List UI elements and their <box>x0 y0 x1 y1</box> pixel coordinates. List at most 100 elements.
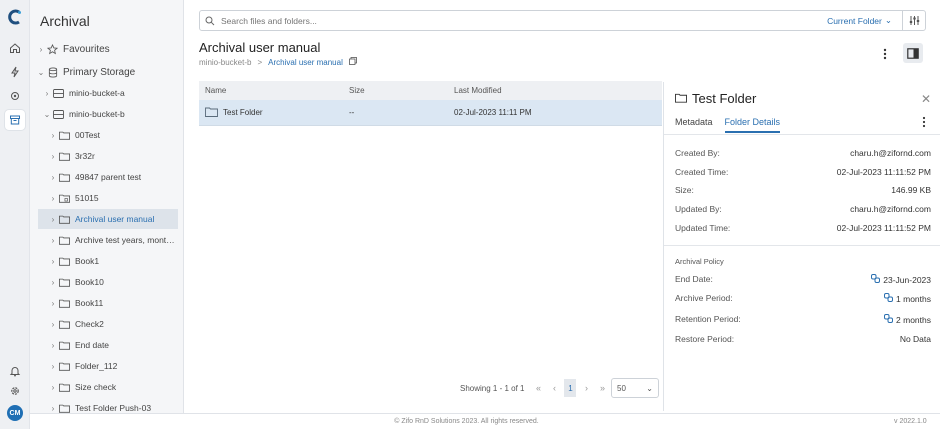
detail-row-updated-by: Updated By: charu.h@zifornd.com <box>675 204 931 214</box>
section-title: Archival <box>40 13 90 29</box>
chevron-right-icon[interactable]: › <box>48 383 58 392</box>
column-header-size[interactable]: Size <box>349 86 454 95</box>
page-size-select[interactable]: 50 ⌄ <box>611 378 659 398</box>
table-row[interactable]: Test Folder -- 02-Jul-2023 11:11 PM <box>199 100 662 126</box>
cell-size: -- <box>349 108 355 117</box>
search-scope-dropdown[interactable]: Current Folder ⌄ <box>827 15 892 26</box>
tree-item-folder[interactable]: › Archive test years, months... <box>30 230 178 250</box>
archive-icon[interactable] <box>5 110 25 130</box>
search-input[interactable] <box>221 15 828 26</box>
detail-label: Updated Time: <box>675 223 731 233</box>
tree-item-folder[interactable]: › 00Test <box>30 125 178 145</box>
chevron-right-icon[interactable]: › <box>48 320 58 329</box>
page-size-value: 50 <box>617 383 626 393</box>
folder-icon <box>675 91 687 106</box>
link-icon <box>884 314 894 325</box>
tree-item-folder[interactable]: › Folder_112 <box>30 356 178 376</box>
gear-icon[interactable] <box>5 381 25 401</box>
copy-icon[interactable] <box>348 57 357 67</box>
current-page[interactable]: 1 <box>564 379 577 397</box>
column-header-name[interactable]: Name <box>199 86 349 95</box>
chevron-down-icon[interactable]: ⌄ <box>36 68 46 77</box>
tree-item-folder[interactable]: › Archival user manual <box>38 209 178 229</box>
chevron-right-icon[interactable]: › <box>48 341 58 350</box>
tree-item-folder[interactable]: › End date <box>30 335 178 355</box>
tree-item-folder[interactable]: › Test Folder Push-03 <box>30 398 178 413</box>
chevron-right-icon[interactable]: › <box>48 173 58 182</box>
tab-folder-details[interactable]: Folder Details <box>724 117 781 133</box>
close-icon[interactable]: ✕ <box>921 92 931 106</box>
chevron-right-icon[interactable]: › <box>48 299 58 308</box>
chevron-right-icon[interactable]: › <box>48 194 58 203</box>
app-logo[interactable] <box>7 9 23 25</box>
tab-metadata[interactable]: Metadata <box>675 117 713 133</box>
tree-item-bucket[interactable]: › minio-bucket-a <box>30 83 178 103</box>
tree-item-label: 49847 parent test <box>75 172 142 182</box>
toggle-details-panel-icon[interactable] <box>903 43 923 63</box>
chevron-right-icon[interactable]: › <box>48 257 58 266</box>
settings-cog-icon[interactable] <box>5 86 25 106</box>
details-tabs: Metadata Folder Details <box>675 117 781 133</box>
link-icon <box>884 293 894 304</box>
folder-icon <box>58 172 71 182</box>
tree-item-bucket[interactable]: ⌄ minio-bucket-b <box>30 104 178 124</box>
chevron-right-icon[interactable]: › <box>48 236 58 245</box>
policy-value: No Data <box>899 334 931 344</box>
tree-item-label: 3r32r <box>75 151 95 161</box>
detail-value: 146.99 KB <box>891 185 931 195</box>
chevron-down-icon[interactable]: ⌄ <box>42 110 52 119</box>
next-page-icon[interactable]: › <box>578 383 594 393</box>
chevron-right-icon[interactable]: › <box>48 215 58 224</box>
detail-value: charu.h@zifornd.com <box>850 204 931 214</box>
chevron-right-icon[interactable]: › <box>48 131 58 140</box>
tree-item-folder[interactable]: › Book1 <box>30 251 178 271</box>
detail-value: 02-Jul-2023 11:11:52 PM <box>836 223 931 233</box>
filter-sliders-icon[interactable] <box>903 15 925 26</box>
tree-item-folder[interactable]: › 51015 <box>30 188 178 208</box>
chevron-right-icon[interactable]: › <box>42 89 52 98</box>
copyright-text: © Zifo RnD Solutions 2023. All rights re… <box>394 418 539 425</box>
prev-page-icon[interactable]: ‹ <box>546 383 562 393</box>
home-icon[interactable] <box>5 38 25 58</box>
more-options-icon[interactable] <box>880 46 890 62</box>
database-icon <box>46 67 59 77</box>
first-page-icon[interactable]: « <box>530 383 546 393</box>
storage-bucket-icon <box>52 88 65 98</box>
chevron-right-icon[interactable]: › <box>48 404 58 413</box>
tree-item-folder[interactable]: › Book11 <box>30 293 178 313</box>
folder-icon <box>205 107 218 119</box>
folder-icon <box>58 361 71 371</box>
chevron-right-icon[interactable]: › <box>36 45 46 54</box>
last-page-icon[interactable]: » <box>594 383 610 393</box>
tree-item-label: minio-bucket-b <box>69 109 125 119</box>
tree-item-folder[interactable]: › Check2 <box>30 314 178 334</box>
avatar[interactable]: CM <box>7 405 23 421</box>
tree-item-label: minio-bucket-a <box>69 88 125 98</box>
detail-row-size: Size: 146.99 KB <box>675 185 931 195</box>
chevron-right-icon[interactable]: › <box>48 152 58 161</box>
tree-item-label: Book10 <box>75 277 104 287</box>
tree-item-folder[interactable]: › 49847 parent test <box>30 167 178 187</box>
search-icon <box>205 16 221 26</box>
lightning-icon[interactable] <box>5 62 25 82</box>
tree-item-primary-storage[interactable]: ⌄ Primary Storage <box>30 62 178 82</box>
tree-item-favourites[interactable]: › Favourites <box>30 39 178 59</box>
tree-item-label: End date <box>75 340 110 350</box>
policy-label: End Date: <box>675 274 713 284</box>
chevron-right-icon[interactable]: › <box>48 362 58 371</box>
tree-item-folder[interactable]: › 3r32r <box>30 146 178 166</box>
breadcrumb-root[interactable]: minio-bucket-b <box>199 58 251 67</box>
details-more-options-icon[interactable] <box>922 116 926 131</box>
page-title: Archival user manual <box>199 40 321 55</box>
tree-item-label: Archive test years, months... <box>75 235 178 245</box>
cell-name: Test Folder <box>223 108 263 117</box>
detail-row-updated-time: Updated Time: 02-Jul-2023 11:11:52 PM <box>675 223 931 233</box>
bell-icon[interactable] <box>5 361 25 381</box>
detail-row-created-time: Created Time: 02-Jul-2023 11:11:52 PM <box>675 167 931 177</box>
chevron-right-icon[interactable]: › <box>48 278 58 287</box>
policy-value: 23-Jun-2023 <box>883 274 931 285</box>
column-header-modified[interactable]: Last Modified <box>454 86 662 95</box>
chevron-down-icon: ⌄ <box>884 15 892 25</box>
tree-item-folder[interactable]: › Book10 <box>30 272 178 292</box>
tree-item-folder[interactable]: › Size check <box>30 377 178 397</box>
